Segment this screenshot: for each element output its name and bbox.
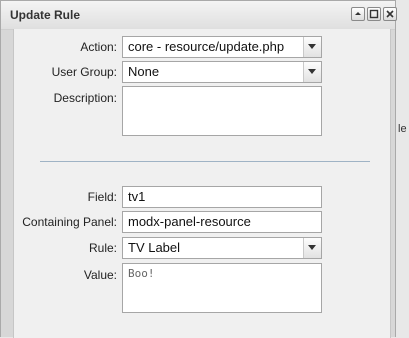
rule-select[interactable]: TV Label	[122, 237, 322, 259]
background-text-fragment: le	[398, 123, 407, 135]
chevron-down-icon	[308, 69, 316, 74]
containing-panel-label: Containing Panel:	[22, 215, 117, 229]
action-label: Action:	[80, 40, 117, 54]
user-group-select[interactable]: None	[122, 61, 322, 83]
section-divider	[40, 161, 370, 162]
rule-value: TV Label	[128, 240, 181, 255]
maximize-icon	[369, 9, 379, 19]
description-textarea[interactable]	[122, 86, 322, 136]
action-value: core - resource/update.php	[128, 39, 285, 54]
action-select[interactable]: core - resource/update.php	[122, 36, 322, 58]
close-icon	[386, 10, 394, 18]
dialog-titlebar[interactable]: Update Rule	[1, 1, 397, 30]
field-input[interactable]: tv1	[122, 186, 322, 208]
containing-panel-input[interactable]: modx-panel-resource	[122, 211, 322, 233]
dialog-body: Action: core - resource/update.php User …	[13, 29, 391, 338]
maximize-button[interactable]	[367, 7, 381, 21]
description-label: Description:	[53, 91, 117, 105]
action-dropdown-trigger[interactable]	[303, 37, 321, 57]
field-label: Field:	[87, 190, 117, 204]
user-group-value: None	[128, 64, 160, 79]
minimize-button[interactable]	[351, 7, 365, 21]
user-group-dropdown-trigger[interactable]	[303, 62, 321, 82]
rule-dropdown-trigger[interactable]	[303, 238, 321, 258]
user-group-label: User Group:	[51, 65, 117, 79]
dialog-title: Update Rule	[10, 8, 81, 22]
rule-label: Rule:	[88, 241, 117, 255]
chevron-down-icon	[308, 44, 316, 49]
close-button[interactable]	[383, 7, 397, 21]
update-rule-dialog: Update Rule Action: core - resource/upda…	[0, 0, 397, 338]
minimize-icon	[355, 12, 361, 15]
chevron-down-icon	[308, 245, 316, 250]
value-textarea[interactable]: Boo!	[122, 263, 322, 313]
value-label: Value:	[83, 268, 117, 282]
